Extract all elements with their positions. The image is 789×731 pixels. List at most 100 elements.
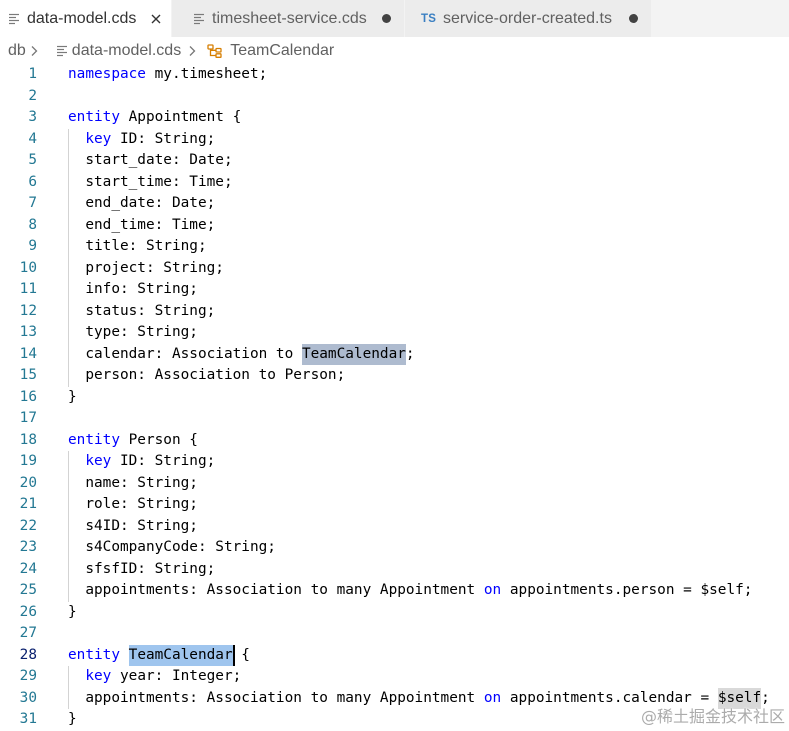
code-token: s4ID: String; (85, 517, 198, 534)
line-content: type: String; (68, 322, 198, 344)
tab-timesheet-service-cds[interactable]: timesheet-service.cds (172, 0, 405, 37)
indent-guide (68, 559, 85, 581)
line-content: } (68, 709, 77, 731)
indent-guide (68, 258, 85, 280)
line-number: 20 (19, 474, 37, 491)
code-token: my.timesheet; (145, 66, 268, 82)
line-number: 30 (19, 689, 37, 706)
line-number: 22 (19, 517, 37, 534)
code-line[interactable]: 16} (0, 387, 789, 409)
code-line[interactable]: 13 type: String; (0, 322, 789, 344)
line-number: 1 (28, 66, 37, 82)
code-line[interactable]: 19 key ID: String; (0, 451, 789, 473)
keyword-token: key (85, 130, 112, 147)
code-line[interactable]: 15 person: Association to Person; (0, 365, 789, 387)
code-token: sfsfID: String; (85, 560, 216, 577)
line-content: calendar: Association to TeamCalendar; (68, 343, 415, 366)
indent-guide (68, 193, 85, 215)
code-line[interactable]: 1 namespace my.timesheet; (0, 64, 789, 86)
code-line[interactable]: 28 entity TeamCalendar { (0, 644, 789, 666)
code-token: calendar: Association to (85, 345, 302, 362)
line-number: 12 (19, 302, 37, 319)
line-content: end_date: Date; (68, 193, 215, 215)
symbol-class-icon (207, 43, 222, 58)
keyword-token: entity (68, 109, 120, 125)
code-token: } (68, 603, 77, 620)
code-line[interactable]: 26} (0, 602, 789, 624)
code-line[interactable]: 8 end_time: Time; (0, 215, 789, 237)
keyword-token: key (85, 453, 112, 469)
code-line[interactable]: 2 (0, 86, 789, 108)
code-line[interactable]: 22 s4ID: String; (0, 516, 789, 538)
cds-file-icon (193, 13, 205, 25)
line-number: 24 (19, 560, 37, 577)
line-number: 17 (19, 410, 37, 426)
keyword-token: entity (68, 646, 120, 663)
line-content: entity TeamCalendar { (68, 644, 250, 666)
breadcrumb-item-symbol[interactable]: TeamCalendar (207, 42, 334, 60)
code-token: end_time: Time; (85, 216, 216, 233)
modified-dot-icon[interactable] (382, 14, 391, 23)
code-token: year: Integer; (111, 668, 242, 684)
line-content: namespace my.timesheet; (68, 64, 267, 86)
line-number: 10 (19, 259, 37, 276)
code-token: start_date: Date; (85, 152, 233, 168)
code-line[interactable]: 4 key ID: String; (0, 129, 789, 151)
code-line[interactable]: 27 (0, 623, 789, 645)
code-line[interactable]: 17 (0, 408, 789, 430)
code-line[interactable]: 10 project: String; (0, 258, 789, 280)
close-icon[interactable] (149, 12, 163, 26)
tab-data-model-cds[interactable]: data-model.cds (0, 0, 172, 37)
code-line[interactable]: 7 end_date: Date; (0, 193, 789, 215)
indent-guide (68, 215, 85, 237)
modified-dot-icon[interactable] (629, 14, 638, 23)
code-line[interactable]: 23 s4CompanyCode: String; (0, 537, 789, 559)
breadcrumb-item-db[interactable]: db (8, 42, 26, 60)
keyword-token: entity (68, 431, 120, 448)
indent-guide (68, 236, 85, 258)
tab-label: timesheet-service.cds (212, 9, 367, 27)
code-editor[interactable]: 1 namespace my.timesheet; 2 3 entity Appoint… (0, 64, 789, 731)
code-line[interactable]: 25 appointments: Association to many App… (0, 580, 789, 602)
indent-guide (68, 365, 85, 387)
line-number: 7 (28, 195, 37, 211)
line-content: key year: Integer; (68, 666, 241, 688)
code-line[interactable]: 5 start_date: Date; (0, 150, 789, 172)
typescript-file-icon: TS (421, 12, 437, 25)
tab-service-order-created-ts[interactable]: TS service-order-created.ts (405, 0, 652, 37)
code-line[interactable]: 6 start_time: Time; (0, 172, 789, 194)
code-line[interactable]: 12 status: String; (0, 301, 789, 323)
indent-guide (68, 344, 85, 366)
code-line[interactable]: 14 calendar: Association to TeamCalendar… (0, 343, 789, 366)
line-number: 4 (28, 130, 37, 147)
line-content: info: String; (68, 279, 198, 301)
code-line[interactable]: 3 entity Appointment { (0, 107, 789, 129)
breadcrumb-item-file[interactable]: data-model.cds (56, 42, 181, 60)
indent-guide (68, 473, 85, 495)
line-number: 19 (19, 453, 37, 469)
code-token: Person { (119, 431, 198, 448)
code-token: name: String; (85, 474, 198, 491)
code-line[interactable]: 20 name: String; (0, 473, 789, 495)
code-token: TeamCalendar (128, 644, 233, 666)
code-line[interactable]: 29 key year: Integer; (0, 666, 789, 688)
line-number: 26 (19, 603, 37, 620)
code-line[interactable]: 11 info: String; (0, 279, 789, 301)
code-line[interactable]: 9 title: String; (0, 236, 789, 258)
line-number: 11 (19, 281, 37, 297)
keyword-token: namespace (68, 66, 146, 82)
line-content: title: String; (68, 236, 206, 258)
chevron-right-icon (29, 44, 39, 58)
code-token: type: String; (85, 324, 198, 340)
code-line[interactable]: 24 sfsfID: String; (0, 559, 789, 581)
code-token: Appointment { (119, 109, 242, 125)
code-token: role: String; (85, 496, 198, 512)
line-content: key ID: String; (68, 129, 215, 151)
code-line[interactable]: 21 role: String; (0, 494, 789, 516)
breadcrumb: db data-model.cds TeamCalendar (0, 37, 789, 64)
line-number: 5 (28, 152, 37, 168)
code-token: s4CompanyCode: String; (85, 539, 276, 555)
code-token: person: Association to Person; (85, 367, 346, 383)
code-line[interactable]: 18 entity Person { (0, 430, 789, 452)
indent-guide (68, 172, 85, 194)
